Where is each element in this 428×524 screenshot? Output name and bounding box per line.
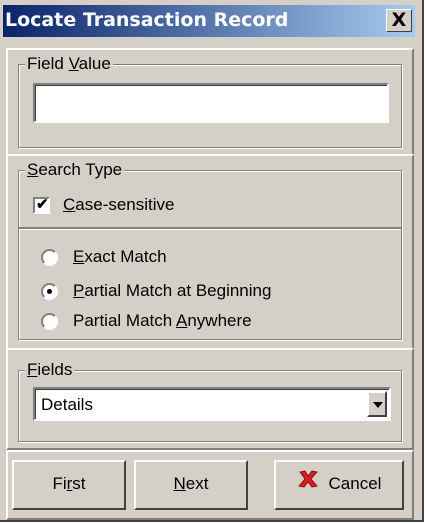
search-type-group: Search Type ✔ Case-sensitive [18,160,402,228]
case-sensitive-box[interactable]: ✔ [33,196,50,214]
field-value-group: Field Value [18,54,402,148]
next-button[interactable]: Next [134,460,248,510]
field-value-legend: Field Value [25,54,113,74]
close-icon: X [391,9,407,31]
field-value-panel: Field Value [6,48,414,156]
radio-partial-beginning-label[interactable]: Partial Match at Beginning [73,281,271,301]
close-button[interactable]: X [386,9,412,32]
fields-dropdown[interactable]: Details [33,387,391,421]
fields-panel: Fields Details [6,348,414,450]
window-title: Locate Transaction Record [5,9,289,31]
radio-exact-match-label[interactable]: Exact Match [73,247,167,267]
locate-transaction-dialog: Locate Transaction Record X Field Value … [0,0,424,522]
search-type-panel: Search Type ✔ Case-sensitive Exact Match… [6,154,414,350]
case-sensitive-label[interactable]: Case-sensitive [63,195,175,215]
cancel-button-label: Cancel [328,474,382,493]
search-type-legend: Search Type [25,160,125,180]
title-bar[interactable]: Locate Transaction Record X [3,5,415,37]
radio-selected-dot [47,289,52,294]
fields-dropdown-button[interactable] [367,391,387,417]
fields-legend: Fields [25,360,75,380]
field-value-input[interactable] [33,83,389,123]
first-button-label: First [52,474,86,493]
radio-partial-beginning-circle[interactable] [41,283,58,300]
radio-partial-anywhere-circle[interactable] [41,313,58,330]
chevron-down-icon [373,402,383,408]
first-button[interactable]: First [12,460,126,510]
match-options-group: Exact Match Partial Match at Beginning P… [18,228,402,340]
fields-group: Fields Details [18,360,402,442]
cancel-button[interactable]: Cancel [274,460,404,510]
radio-partial-anywhere-label[interactable]: Partial Match Anywhere [73,311,252,331]
fields-dropdown-value: Details [41,395,93,414]
next-button-label: Next [173,474,209,493]
red-x-icon [297,463,319,507]
radio-exact-match-circle[interactable] [41,249,58,266]
checkmark-icon: ✔ [36,196,49,213]
buttons-panel: First Next Cancel [6,450,414,520]
